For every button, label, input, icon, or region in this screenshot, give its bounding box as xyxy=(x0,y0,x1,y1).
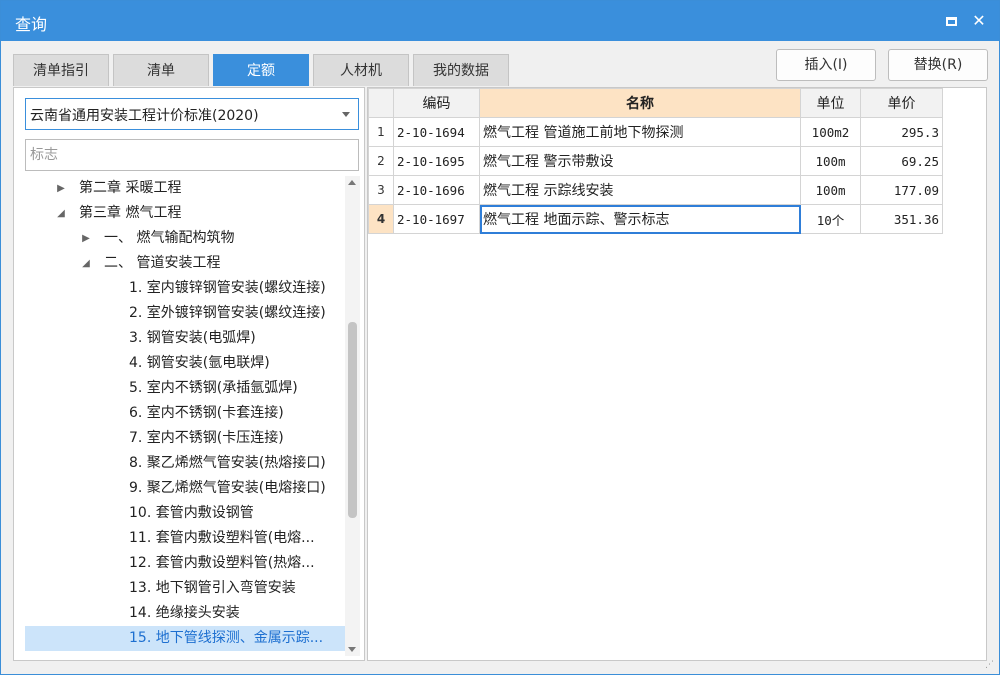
tree-item-label: 3. 钢管安装(电弧焊) xyxy=(129,330,256,346)
title-bar: 查询 ✕ xyxy=(1,1,999,41)
table-row[interactable]: 1 2-10-1694 燃气工程 管道施工前地下物探测 100m2 295.3 xyxy=(368,117,943,147)
unit-column-header[interactable]: 单位 xyxy=(800,88,861,118)
cell-name[interactable]: 燃气工程 警示带敷设 xyxy=(479,146,801,176)
tree-item[interactable]: 7. 室内不锈钢(卡压连接) xyxy=(25,426,345,451)
cell-name-selected[interactable]: 燃气工程 地面示踪、警示标志 xyxy=(479,204,801,234)
maximize-icon[interactable] xyxy=(939,9,963,33)
tree-item-label: 一、 燃气输配构筑物 xyxy=(104,230,235,246)
quota-results-panel: 编码 名称 单位 单价 1 2-10-1694 燃气工程 管道施工前地下物探测 … xyxy=(367,87,987,661)
tree-scrollbar[interactable] xyxy=(345,176,360,656)
code-column-header[interactable]: 编码 xyxy=(393,88,480,118)
tab-labor-material-machine[interactable]: 人材机 xyxy=(313,54,409,86)
row-number: 1 xyxy=(368,117,394,147)
insert-button[interactable]: 插入(I) xyxy=(776,49,876,81)
tree-item[interactable]: 6. 室内不锈钢(卡套连接) xyxy=(25,401,345,426)
row-number: 3 xyxy=(368,175,394,205)
tree-item[interactable]: 12. 套管内敷设塑料管(热熔... xyxy=(25,551,345,576)
name-column-header[interactable]: 名称 xyxy=(479,88,801,118)
cell-price[interactable]: 69.25 xyxy=(860,146,943,176)
cell-price[interactable]: 351.36 xyxy=(860,204,943,234)
tree-item-selected[interactable]: 15. 地下管线探测、金属示踪... xyxy=(25,626,345,651)
tree-item[interactable]: 14. 绝缘接头安装 xyxy=(25,601,345,626)
tree-item-label: 14. 绝缘接头安装 xyxy=(129,605,240,621)
cell-unit[interactable]: 100m xyxy=(800,175,861,205)
row-number: 4 xyxy=(368,204,394,234)
catalog-tree: ▶ 第二章 采暖工程 ◢ 第三章 燃气工程 ▶ 一、 燃气输配构筑物 ◢ 二、 … xyxy=(25,176,345,654)
tree-item-label: 8. 聚乙烯燃气管安装(热熔接口) xyxy=(129,455,326,471)
tree-item-label: 10. 套管内敷设钢管 xyxy=(129,505,254,521)
query-dialog: 查询 ✕ 清单指引 清单 定额 人材机 我的数据 插入(I) 替换(R) 云南省… xyxy=(0,0,1000,675)
chevron-down-icon xyxy=(342,112,350,117)
tree-item-label: 5. 室内不锈钢(承插氩弧焊) xyxy=(129,380,298,396)
tree-item[interactable]: ◢ 第三章 燃气工程 xyxy=(25,201,345,226)
cell-unit[interactable]: 100m2 xyxy=(800,117,861,147)
collapse-icon[interactable]: ◢ xyxy=(55,201,67,226)
tree-item[interactable]: 5. 室内不锈钢(承插氩弧焊) xyxy=(25,376,345,401)
tree-item[interactable]: 1. 室内镀锌钢管安装(螺纹连接) xyxy=(25,276,345,301)
cell-unit[interactable]: 10个 xyxy=(800,204,861,234)
tree-item-label: 7. 室内不锈钢(卡压连接) xyxy=(129,430,284,446)
tree-item-label: 2. 室外镀锌钢管安装(螺纹连接) xyxy=(129,305,326,321)
tree-item-label: 11. 套管内敷设塑料管(电熔... xyxy=(129,530,315,546)
tree-item-label: 6. 室内不锈钢(卡套连接) xyxy=(129,405,284,421)
scroll-up-icon[interactable] xyxy=(348,180,356,185)
window-title: 查询 xyxy=(15,15,48,34)
tree-item[interactable]: 8. 聚乙烯燃气管安装(热熔接口) xyxy=(25,451,345,476)
close-icon[interactable]: ✕ xyxy=(967,9,991,33)
tree-item-label: 第三章 燃气工程 xyxy=(79,205,182,221)
scroll-thumb[interactable] xyxy=(348,322,357,518)
row-number-header xyxy=(368,88,394,118)
expand-icon[interactable]: ▶ xyxy=(80,226,92,251)
cell-unit[interactable]: 100m xyxy=(800,146,861,176)
row-number: 2 xyxy=(368,146,394,176)
table-row[interactable]: 2 2-10-1695 燃气工程 警示带敷设 100m 69.25 xyxy=(368,146,943,176)
quota-table: 编码 名称 单位 单价 1 2-10-1694 燃气工程 管道施工前地下物探测 … xyxy=(368,88,943,234)
tab-bill-guide[interactable]: 清单指引 xyxy=(13,54,109,86)
tree-item[interactable]: 9. 聚乙烯燃气管安装(电熔接口) xyxy=(25,476,345,501)
cell-code[interactable]: 2-10-1695 xyxy=(393,146,480,176)
tree-item[interactable]: ▶ 第二章 采暖工程 xyxy=(25,176,345,201)
standard-select[interactable]: 云南省通用安装工程计价标准(2020) xyxy=(25,98,359,130)
cell-name[interactable]: 燃气工程 示踪线安装 xyxy=(479,175,801,205)
cell-code[interactable]: 2-10-1694 xyxy=(393,117,480,147)
cell-price[interactable]: 295.3 xyxy=(860,117,943,147)
tab-my-data[interactable]: 我的数据 xyxy=(413,54,509,86)
tree-item[interactable]: ▶ 一、 燃气输配构筑物 xyxy=(25,226,345,251)
tree-item-label: 第二章 采暖工程 xyxy=(79,180,182,196)
tree-item[interactable]: 4. 钢管安装(氩电联焊) xyxy=(25,351,345,376)
tree-item[interactable]: 2. 室外镀锌钢管安装(螺纹连接) xyxy=(25,301,345,326)
cell-name[interactable]: 燃气工程 管道施工前地下物探测 xyxy=(479,117,801,147)
tree-item[interactable]: 3. 钢管安装(电弧焊) xyxy=(25,326,345,351)
tree-item[interactable]: 13. 地下钢管引入弯管安装 xyxy=(25,576,345,601)
standard-select-value: 云南省通用安装工程计价标准(2020) xyxy=(30,108,259,124)
expand-icon[interactable]: ▶ xyxy=(55,176,67,201)
table-row-current[interactable]: 4 2-10-1697 燃气工程 地面示踪、警示标志 10个 351.36 xyxy=(368,204,943,234)
search-input[interactable] xyxy=(25,139,359,171)
tree-item-label: 15. 地下管线探测、金属示踪... xyxy=(129,630,324,646)
collapse-icon[interactable]: ◢ xyxy=(80,251,92,276)
tree-item-label: 12. 套管内敷设塑料管(热熔... xyxy=(129,555,315,571)
scroll-down-icon[interactable] xyxy=(348,647,356,652)
cell-price[interactable]: 177.09 xyxy=(860,175,943,205)
table-header-row: 编码 名称 单位 单价 xyxy=(368,88,943,118)
tree-item-label: 9. 聚乙烯燃气管安装(电熔接口) xyxy=(129,480,326,496)
price-column-header[interactable]: 单价 xyxy=(860,88,943,118)
tree-item-label: 1. 室内镀锌钢管安装(螺纹连接) xyxy=(129,280,326,296)
tree-item[interactable]: ◢ 二、 管道安装工程 xyxy=(25,251,345,276)
catalog-panel: 云南省通用安装工程计价标准(2020) ▶ 第二章 采暖工程 ◢ 第三章 燃气工… xyxy=(13,87,365,661)
tree-item-label: 二、 管道安装工程 xyxy=(104,255,221,271)
tree-item[interactable]: 11. 套管内敷设塑料管(电熔... xyxy=(25,526,345,551)
replace-button[interactable]: 替换(R) xyxy=(888,49,988,81)
tree-item-label: 13. 地下钢管引入弯管安装 xyxy=(129,580,296,596)
cell-code[interactable]: 2-10-1697 xyxy=(393,204,480,234)
table-row[interactable]: 3 2-10-1696 燃气工程 示踪线安装 100m 177.09 xyxy=(368,175,943,205)
tree-item[interactable]: 10. 套管内敷设钢管 xyxy=(25,501,345,526)
resize-grip-icon[interactable]: ⋰ xyxy=(985,660,995,670)
tree-item-label: 4. 钢管安装(氩电联焊) xyxy=(129,355,270,371)
tab-bill[interactable]: 清单 xyxy=(113,54,209,86)
tab-quota[interactable]: 定额 xyxy=(213,54,309,86)
cell-code[interactable]: 2-10-1696 xyxy=(393,175,480,205)
